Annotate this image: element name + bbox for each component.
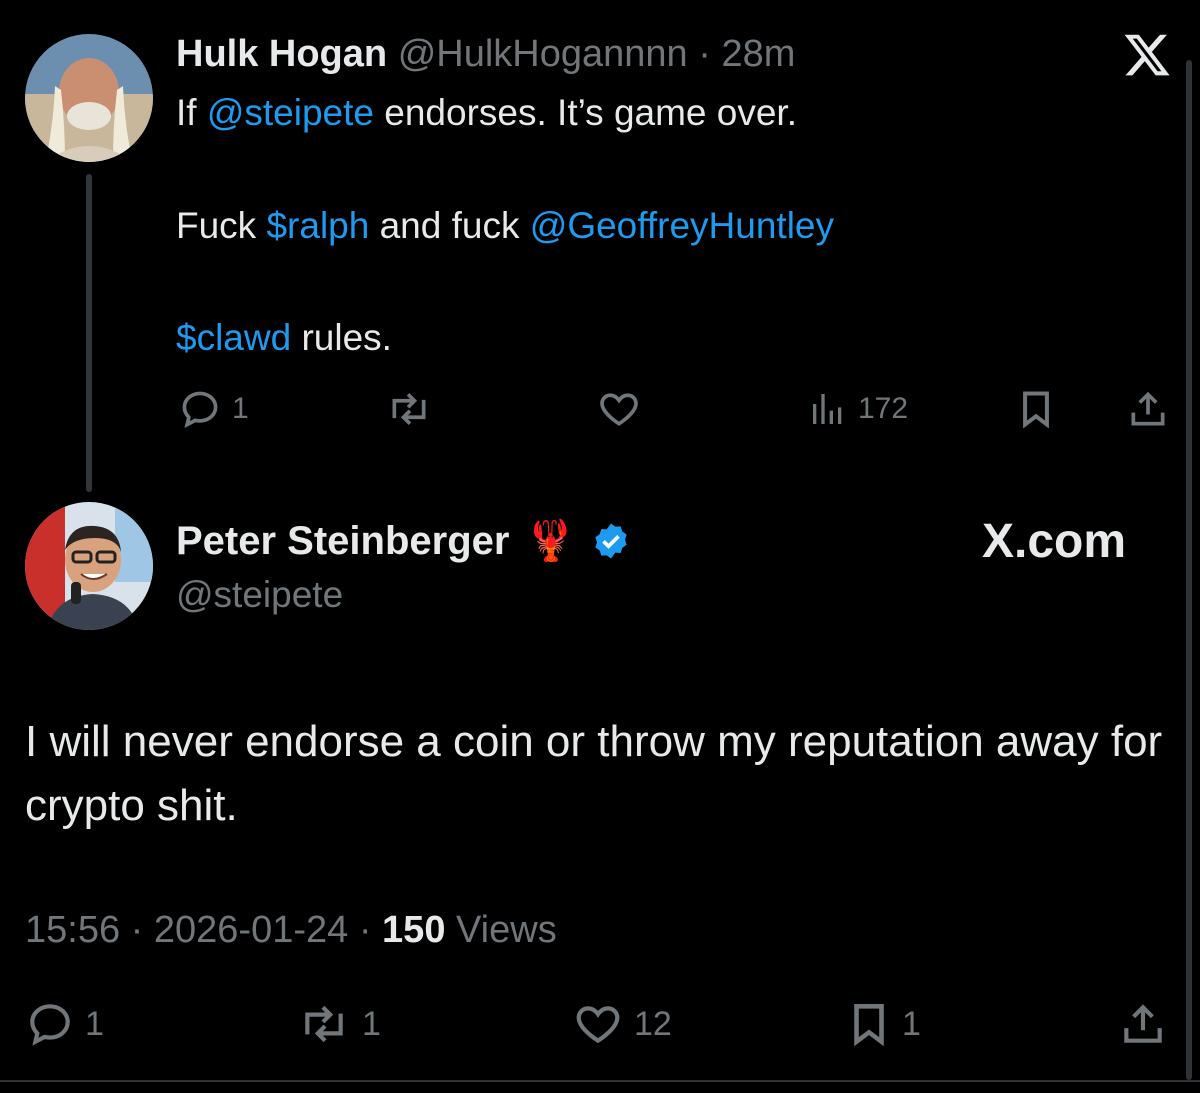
reply-bookmark-count: 1: [902, 1004, 921, 1043]
reply-icon: [182, 391, 218, 429]
parent-actions: 1 172: [0, 385, 1200, 435]
cashtag-link[interactable]: $ralph: [266, 205, 369, 246]
parent-text-line-1: If @steipete endorses. It’s game over.: [176, 90, 797, 136]
parent-view-count: 172: [858, 392, 909, 425]
mention-link[interactable]: @steipete: [207, 92, 374, 133]
reply-actions: 1 1 12 1: [0, 995, 1200, 1055]
parent-avatar[interactable]: [25, 34, 153, 162]
thread-line: [86, 174, 92, 492]
parent-separator: ·: [687, 33, 722, 75]
parent-views-button[interactable]: 172: [808, 389, 908, 429]
meta-separator: ·: [120, 909, 154, 951]
reply-views-label: Views: [456, 909, 557, 951]
parent-reply-button[interactable]: 1: [178, 387, 249, 431]
reply-text: I will never endorse a coin or throw my …: [25, 717, 1163, 830]
reply-repost-button[interactable]: 1: [296, 999, 381, 1049]
text-segment: If: [176, 92, 207, 133]
lobster-emoji: 🦞: [525, 518, 576, 564]
meta-separator: ·: [348, 909, 383, 951]
text-segment: and fuck: [369, 205, 530, 246]
parent-author-handle[interactable]: @HulkHogannnn: [398, 33, 688, 75]
parent-header: Hulk Hogan @HulkHogannnn · 28m: [176, 30, 795, 78]
parent-bookmark-button[interactable]: [1016, 387, 1056, 431]
reply-bookmark-button[interactable]: 1: [846, 999, 921, 1049]
reply-view-count: 150: [382, 909, 446, 951]
text-segment: Fuck: [176, 205, 267, 246]
reply-share-button[interactable]: [1118, 999, 1168, 1049]
reply-repost-count: 1: [362, 1004, 381, 1043]
parent-share-button[interactable]: [1126, 387, 1170, 431]
parent-timestamp[interactable]: 28m: [721, 33, 795, 75]
reply-like-button[interactable]: 12: [572, 999, 672, 1049]
share-icon: [1131, 391, 1165, 426]
x-com-text: X.com: [982, 515, 1127, 568]
reply-like-count: 12: [634, 1004, 672, 1043]
reply-author: Peter Steinberger 🦞: [176, 517, 631, 565]
mention-link[interactable]: @GeoffreyHuntley: [530, 205, 834, 246]
bookmark-icon: [854, 1004, 884, 1047]
cashtag-link[interactable]: $clawd: [176, 317, 291, 358]
parent-like-button[interactable]: [597, 387, 651, 431]
reply-date[interactable]: 2026-01-24: [154, 909, 348, 951]
parent-text-line-3: $clawd rules.: [176, 315, 392, 361]
parent-text-line-2: Fuck $ralph and fuck @GeoffreyHuntley: [176, 203, 834, 249]
reply-meta: 15:56 · 2026-01-24 · 150 Views: [25, 905, 557, 955]
parent-reply-count: 1: [232, 392, 249, 425]
x-logo-icon: [1122, 30, 1172, 80]
reply-avatar[interactable]: [25, 502, 153, 630]
text-segment: endorses. It’s game over.: [374, 92, 797, 133]
share-icon: [1124, 1004, 1162, 1043]
reply-time[interactable]: 15:56: [25, 909, 120, 951]
parent-repost-button[interactable]: [385, 387, 443, 431]
repost-icon: [305, 1005, 343, 1043]
x-com-brand: X.com: [982, 514, 1126, 570]
views-icon: [813, 394, 842, 424]
reply-author-handle[interactable]: @steipete: [176, 572, 343, 618]
repost-icon: [392, 393, 426, 425]
parent-author-name[interactable]: Hulk Hogan: [176, 33, 387, 75]
text-segment: rules.: [291, 317, 392, 358]
reply-reply-count: 1: [85, 1004, 104, 1043]
reply-author-name[interactable]: Peter Steinberger: [176, 517, 509, 565]
bottom-divider: [0, 1080, 1200, 1082]
bookmark-icon: [1023, 391, 1049, 429]
reply-reply-button[interactable]: 1: [25, 999, 104, 1049]
like-icon: [600, 393, 638, 426]
like-icon: [576, 1006, 620, 1044]
reply-icon: [30, 1004, 70, 1046]
scrollbar[interactable]: [1186, 60, 1192, 1080]
verified-badge-icon: [595, 523, 627, 559]
